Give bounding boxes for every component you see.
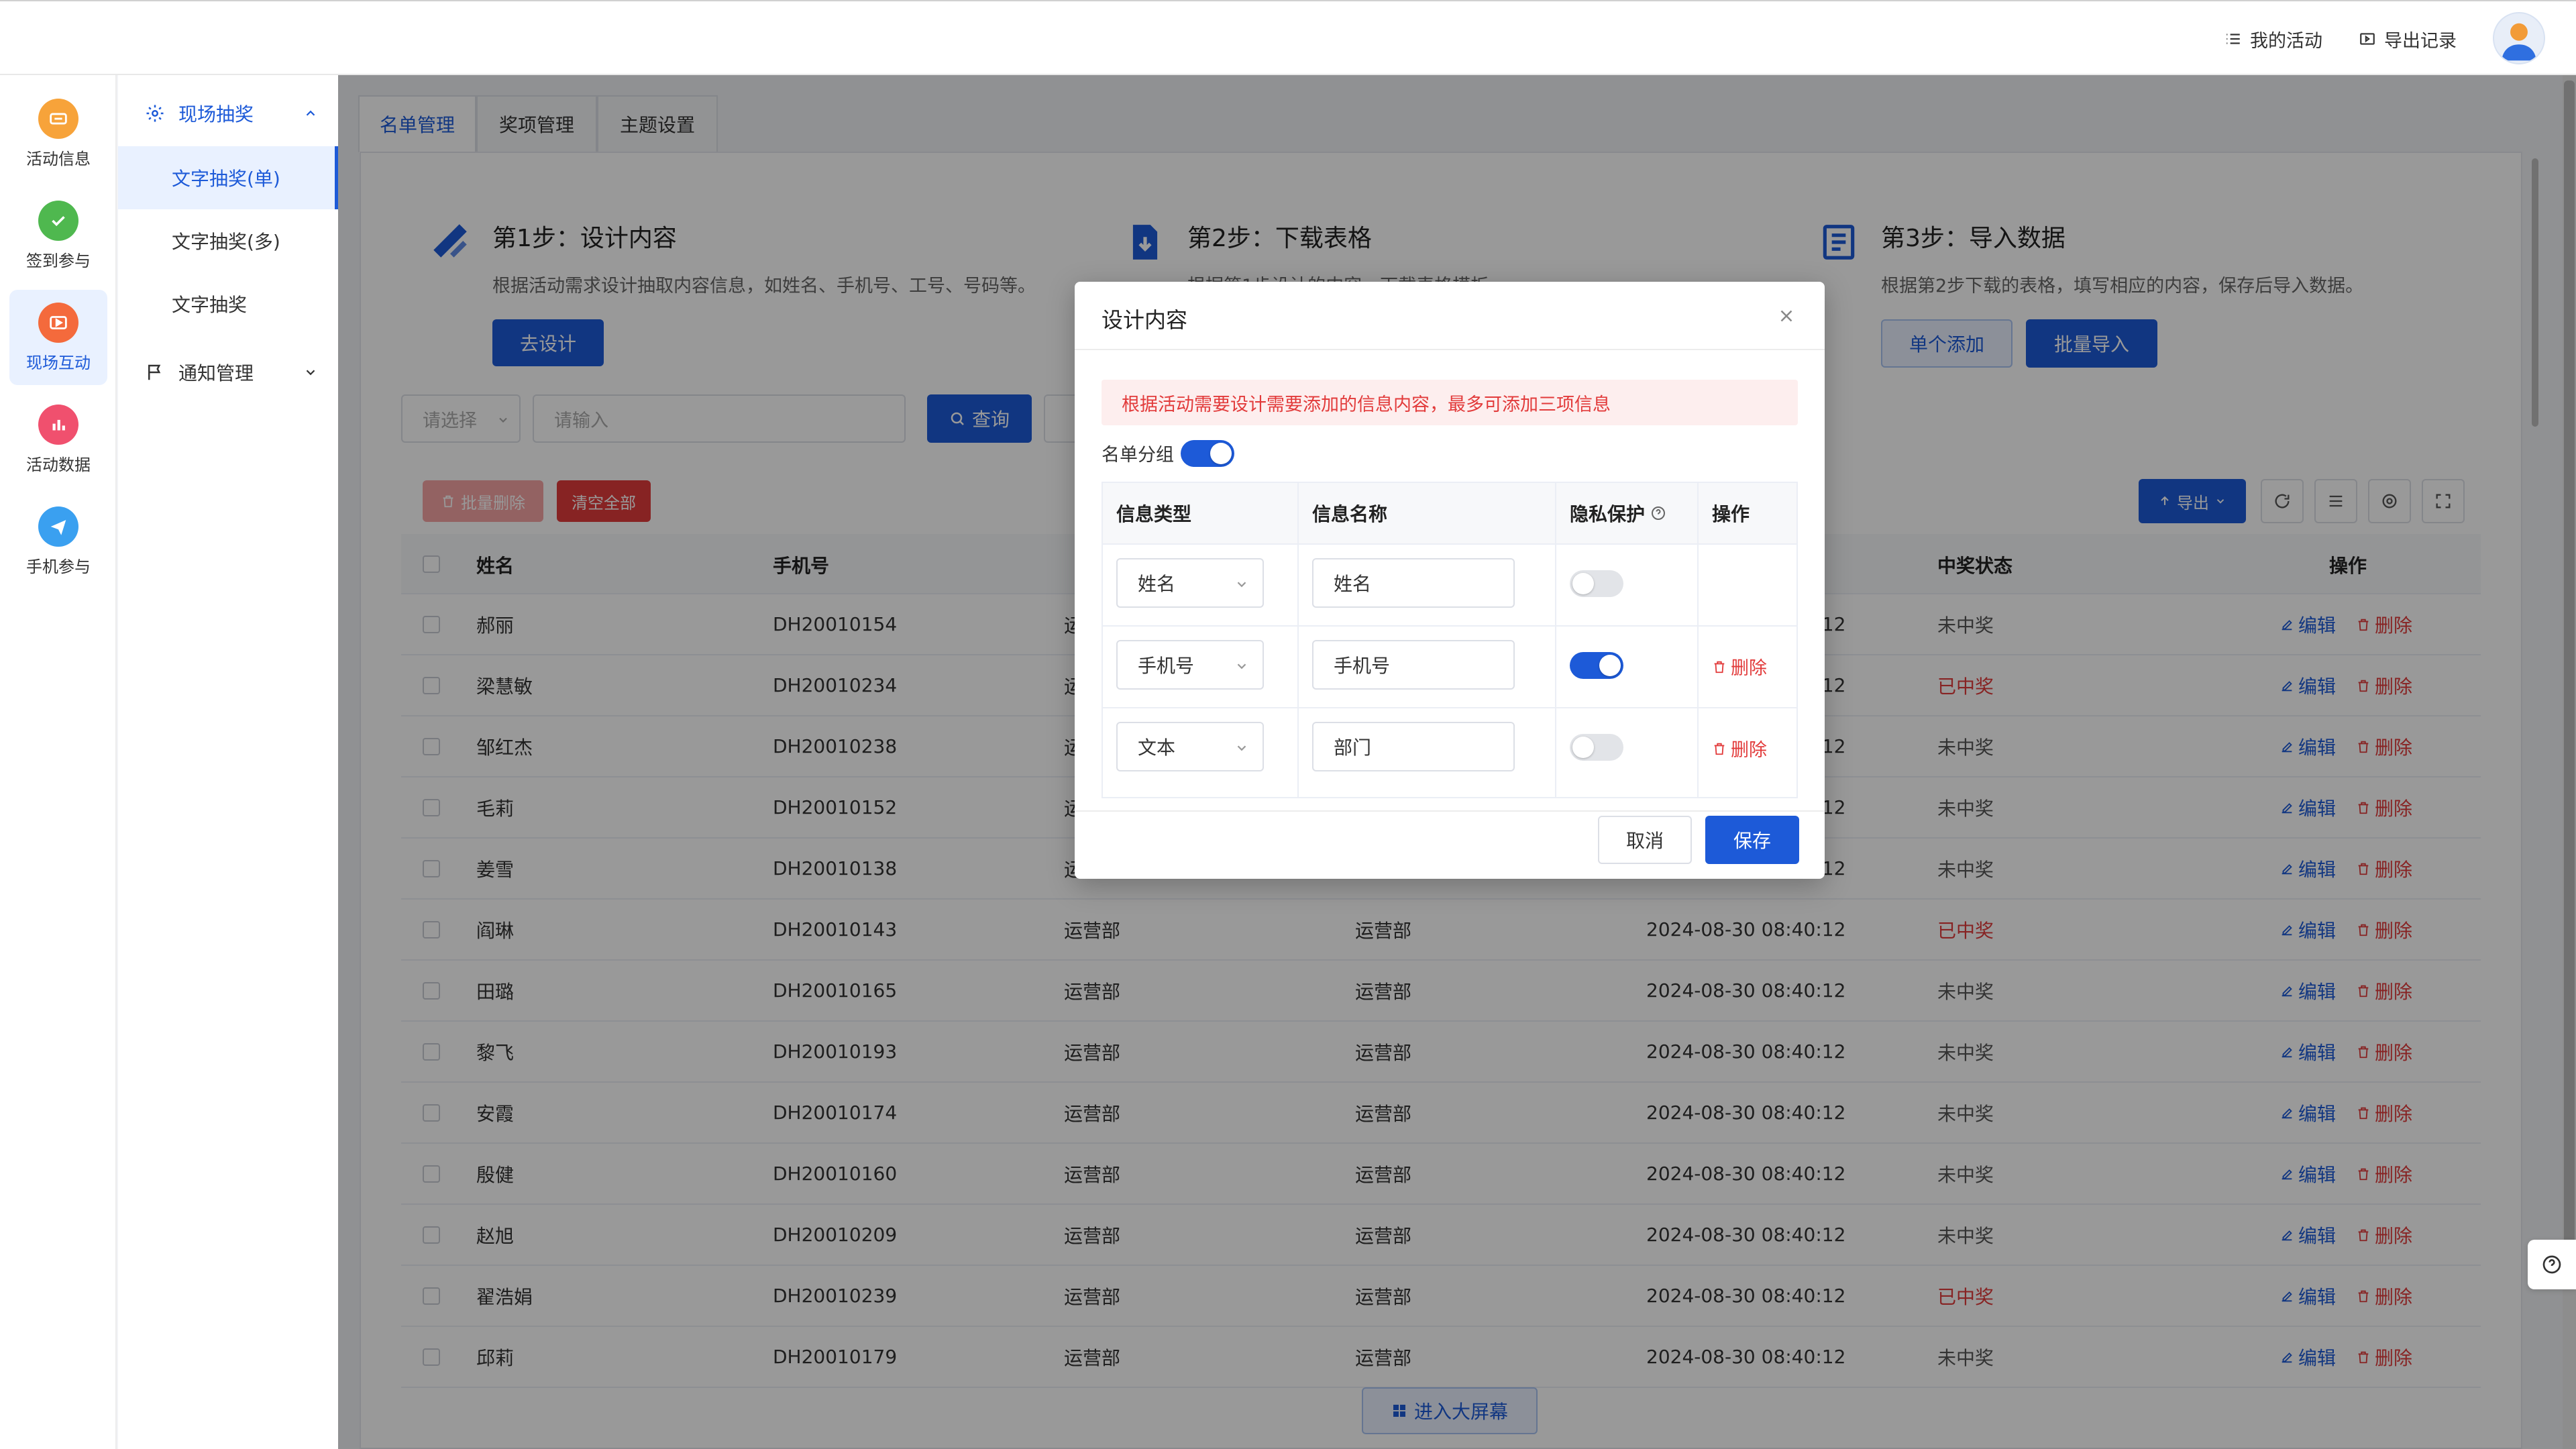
privacy-switch[interactable]: [1570, 734, 1623, 761]
trash-icon: [1714, 661, 1725, 673]
fields-table: 信息类型 信息名称 隐私保护 操作 姓名 姓名 手机号 手机号 删除 文本 部门 删除: [1102, 482, 1798, 798]
info-name-input[interactable]: 手机号: [1312, 640, 1515, 690]
rail-item-activity-data[interactable]: 活动数据: [9, 392, 107, 487]
rail-label: 现场互动: [26, 353, 91, 372]
submenu-group-label: 通知管理: [178, 362, 254, 384]
export-records-label: 导出记录: [2384, 30, 2457, 52]
flag-icon: [148, 364, 161, 380]
top-header: 我的活动 导出记录: [0, 0, 2576, 75]
field-row: 文本 部门 删除: [1103, 707, 1796, 789]
privacy-switch[interactable]: [1570, 652, 1623, 679]
export-box-icon: [2360, 33, 2375, 45]
gear-icon: [146, 105, 164, 122]
submenu-group-notice[interactable]: 通知管理: [118, 342, 338, 402]
chevron-down-icon: [1237, 582, 1246, 588]
info-type-select[interactable]: 文本: [1116, 722, 1264, 771]
chevron-down-icon: [306, 370, 315, 376]
field-row: 姓名 姓名: [1103, 543, 1796, 625]
my-activity-label: 我的活动: [2250, 30, 2322, 52]
user-avatar[interactable]: [2493, 12, 2545, 64]
submenu-item-text-draw-single[interactable]: 文字抽奖(单): [118, 146, 338, 209]
info-type-value: 文本: [1138, 737, 1176, 759]
rail-label: 手机参与: [26, 557, 91, 576]
info-type-value: 手机号: [1138, 655, 1195, 677]
group-label: 名单分组: [1102, 445, 1174, 466]
field-delete-label: 删除: [1731, 740, 1767, 761]
chevron-down-icon: [1237, 663, 1246, 669]
close-icon[interactable]: [1776, 306, 1796, 326]
user-icon: [2502, 23, 2536, 61]
rail-item-mobile[interactable]: 手机参与: [9, 494, 107, 589]
question-icon[interactable]: [1650, 505, 1666, 521]
list-icon: [2226, 34, 2240, 44]
trash-icon: [1714, 743, 1725, 755]
design-content-modal: 设计内容 根据活动需要设计需要添加的信息内容，最多可添加三项信息 名单分组 信息…: [1075, 282, 1825, 879]
rail-label: 签到参与: [26, 251, 91, 270]
rail-item-checkin[interactable]: 签到参与: [9, 188, 107, 283]
export-records-link[interactable]: 导出记录: [2359, 24, 2457, 54]
live-interaction-icon: [38, 302, 78, 343]
mobile-participation-icon: [38, 506, 78, 547]
submenu-item-text-draw[interactable]: 文字抽奖: [118, 272, 338, 335]
icon-rail: 活动信息 签到参与 现场互动 活动数据 手机参与: [0, 75, 117, 1449]
sub-menu: 现场抽奖 文字抽奖(单) 文字抽奖(多) 文字抽奖 通知管理: [118, 75, 338, 1449]
submenu-item-text-draw-multi[interactable]: 文字抽奖(多): [118, 209, 338, 272]
col-op: 操作: [1712, 503, 1750, 525]
info-name-input[interactable]: 部门: [1312, 722, 1515, 771]
field-delete-link[interactable]: 删除: [1712, 735, 1767, 761]
col-info-type: 信息类型: [1116, 503, 1192, 525]
help-button[interactable]: [2528, 1240, 2576, 1289]
privacy-switch[interactable]: [1570, 570, 1623, 597]
rail-item-live-interaction[interactable]: 现场互动: [9, 290, 107, 385]
submenu-group-label: 现场抽奖: [178, 103, 254, 125]
cancel-button[interactable]: 取消: [1598, 816, 1692, 864]
info-type-select[interactable]: 姓名: [1116, 558, 1264, 608]
submenu-group-live-draw[interactable]: 现场抽奖: [118, 83, 338, 144]
fields-table-header: [1103, 483, 1796, 543]
my-activity-link[interactable]: 我的活动: [2224, 24, 2322, 54]
modal-header: 设计内容: [1075, 282, 1825, 350]
chevron-up-icon: [306, 110, 315, 116]
chevron-down-icon: [1237, 745, 1246, 751]
question-icon: [2542, 1255, 2561, 1274]
modal-alert: 根据活动需要设计需要添加的信息内容，最多可添加三项信息: [1102, 380, 1798, 425]
col-info-name: 信息名称: [1312, 503, 1388, 525]
col-privacy-label: 隐私保护: [1570, 503, 1646, 525]
rail-label: 活动信息: [26, 149, 91, 168]
rail-label: 活动数据: [26, 455, 91, 474]
info-type-select[interactable]: 手机号: [1116, 640, 1264, 690]
group-switch[interactable]: [1181, 440, 1234, 467]
modal-title: 设计内容: [1102, 307, 1188, 333]
col-privacy: 隐私保护: [1570, 483, 1666, 543]
rail-item-activity-info[interactable]: 活动信息: [9, 86, 107, 181]
info-name-input[interactable]: 姓名: [1312, 558, 1515, 608]
modal-footer-divider: [1075, 810, 1825, 812]
activity-data-icon: [38, 404, 78, 445]
field-delete-label: 删除: [1731, 658, 1767, 679]
field-delete-link[interactable]: 删除: [1712, 653, 1767, 680]
field-row: 手机号 手机号 删除: [1103, 625, 1796, 707]
activity-info-icon: [38, 98, 78, 139]
save-button[interactable]: 保存: [1705, 816, 1799, 864]
checkin-icon: [38, 200, 78, 241]
info-type-value: 姓名: [1138, 573, 1176, 595]
